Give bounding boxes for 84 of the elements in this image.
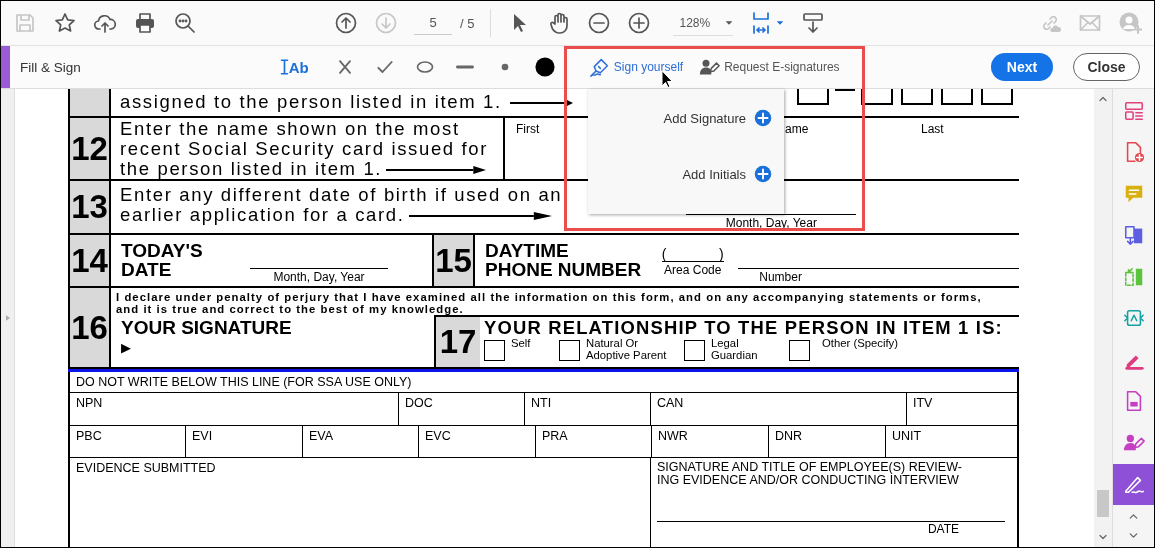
add-icon: [754, 109, 772, 127]
field-label: NWR: [652, 426, 769, 457]
question-text: Enter the name shown on the most: [120, 119, 461, 139]
sign-tab[interactable]: Sign yourself: [588, 56, 684, 78]
page-number-field[interactable]: 5: [414, 11, 452, 35]
entry-box[interactable]: [981, 89, 1013, 105]
question-text: assigned to the person listed in item 1.: [120, 92, 502, 112]
field-label: ITV: [912, 395, 934, 412]
dash: [835, 89, 855, 91]
entry-box[interactable]: [797, 89, 829, 105]
request-tab[interactable]: Request E-signatures: [699, 56, 840, 78]
menu-item[interactable]: Add Signature: [588, 109, 784, 127]
declaration-text: I declare under penalty of perjury that I have examined all the information on this form, and on any accompanying statements or forms, and it is true and correct to the best of my knowledge.: [116, 292, 983, 315]
field-label: EVI: [186, 426, 303, 457]
text-cursor-icon: [279, 56, 289, 78]
field-label: ame: [785, 122, 809, 136]
scrollbar[interactable]: [1094, 89, 1112, 547]
section-heading: DO NOT WRITE BELOW THIS LINE (FOR SSA USE ONLY): [70, 372, 1017, 393]
item-number: 13: [70, 181, 111, 233]
item-number: 16: [70, 288, 111, 367]
scrollbar-thumb[interactable]: [1097, 490, 1109, 517]
tool-title: Fill & Sign: [20, 59, 81, 75]
question-text: recent Social Security card issued for: [120, 139, 490, 159]
field-title: TODAY'S DATE: [120, 239, 203, 282]
field-title: YOUR SIGNATURE: [120, 316, 293, 337]
field-label: PBC: [70, 426, 186, 457]
field-label: PRA: [536, 426, 652, 457]
field-label: CAN: [651, 393, 907, 425]
entry-box[interactable]: [861, 89, 893, 105]
question-text: the person listed in item 1.: [120, 159, 383, 179]
option-label: Self: [511, 337, 531, 349]
entry-box[interactable]: [901, 89, 933, 105]
field-label: EVIDENCE SUBMITTED: [70, 458, 651, 547]
field-title: DAYTIME PHONE NUMBER: [484, 239, 642, 282]
next-button[interactable]: Next: [991, 53, 1053, 81]
field-label: EVA: [303, 426, 419, 457]
option-label: Natural Or Adoptive Parent: [586, 337, 667, 361]
field-hint: Month, Day, Year: [725, 215, 817, 230]
item-number: 12: [70, 118, 111, 179]
star-icon[interactable]: [53, 11, 77, 35]
field-label: NPN: [70, 393, 399, 425]
field-label: EVC: [419, 426, 536, 457]
item-number: 14: [70, 235, 111, 286]
add-icon: [754, 165, 772, 183]
field-label: Last: [921, 122, 944, 136]
field-label: UNIT: [891, 428, 923, 445]
panel-toggle-icon[interactable]: [3, 314, 12, 322]
entry-box[interactable]: [941, 89, 973, 105]
field-label: DATE: [927, 522, 959, 536]
arrow: [509, 98, 573, 108]
field-label: DOC: [399, 393, 525, 425]
zoom-dropdown[interactable]: 128%: [673, 10, 734, 36]
field-hint: Area Code: [664, 262, 722, 277]
option-label: Legal Guardian: [711, 337, 758, 361]
item-number: 15: [434, 235, 475, 286]
search-icon[interactable]: [173, 11, 197, 35]
checkbox[interactable]: [484, 340, 505, 361]
mode-indicator: [1, 46, 10, 88]
checkbox[interactable]: [684, 340, 705, 361]
checkbox[interactable]: [559, 340, 580, 361]
option-label: Other (Specify): [822, 337, 898, 349]
question-text: earlier application for a card.: [120, 205, 405, 225]
field-hint: Number: [758, 269, 802, 284]
print-icon[interactable]: [133, 11, 157, 35]
large-dot-icon[interactable]: [534, 57, 555, 77]
zoom-in-icon[interactable]: [627, 11, 652, 35]
field-label: SIGNATURE AND TITLE OF EMPLOYEE(S) REVIEW- ING EVIDENCE AND/OR CONDUCTING INTERVIEW: [657, 461, 963, 487]
question-text: Enter any different date of birth if used on an: [120, 185, 563, 205]
pointer-mark: ▶: [120, 339, 132, 355]
field-label: First: [516, 122, 540, 136]
close-button[interactable]: Close: [1073, 53, 1140, 81]
scroll-mode-icon[interactable]: [801, 11, 826, 35]
tool-button[interactable]: [1113, 463, 1154, 505]
item-number: 17: [436, 317, 480, 367]
field-label: NTI: [525, 393, 651, 425]
pen-icon: [588, 56, 610, 78]
field-label: DNR: [769, 426, 886, 457]
menu-item[interactable]: Add Initials: [588, 165, 784, 183]
field-title: YOUR RELATIONSHIP TO THE PERSON IN ITEM 1 IS:: [484, 317, 1004, 337]
text-tool-button[interactable]: Ab: [279, 56, 309, 78]
page-count: / 5: [460, 15, 475, 31]
field-hint: Month, Day, Year: [273, 269, 365, 284]
zoom-out-icon[interactable]: [587, 11, 612, 35]
checkbox[interactable]: [789, 340, 810, 361]
